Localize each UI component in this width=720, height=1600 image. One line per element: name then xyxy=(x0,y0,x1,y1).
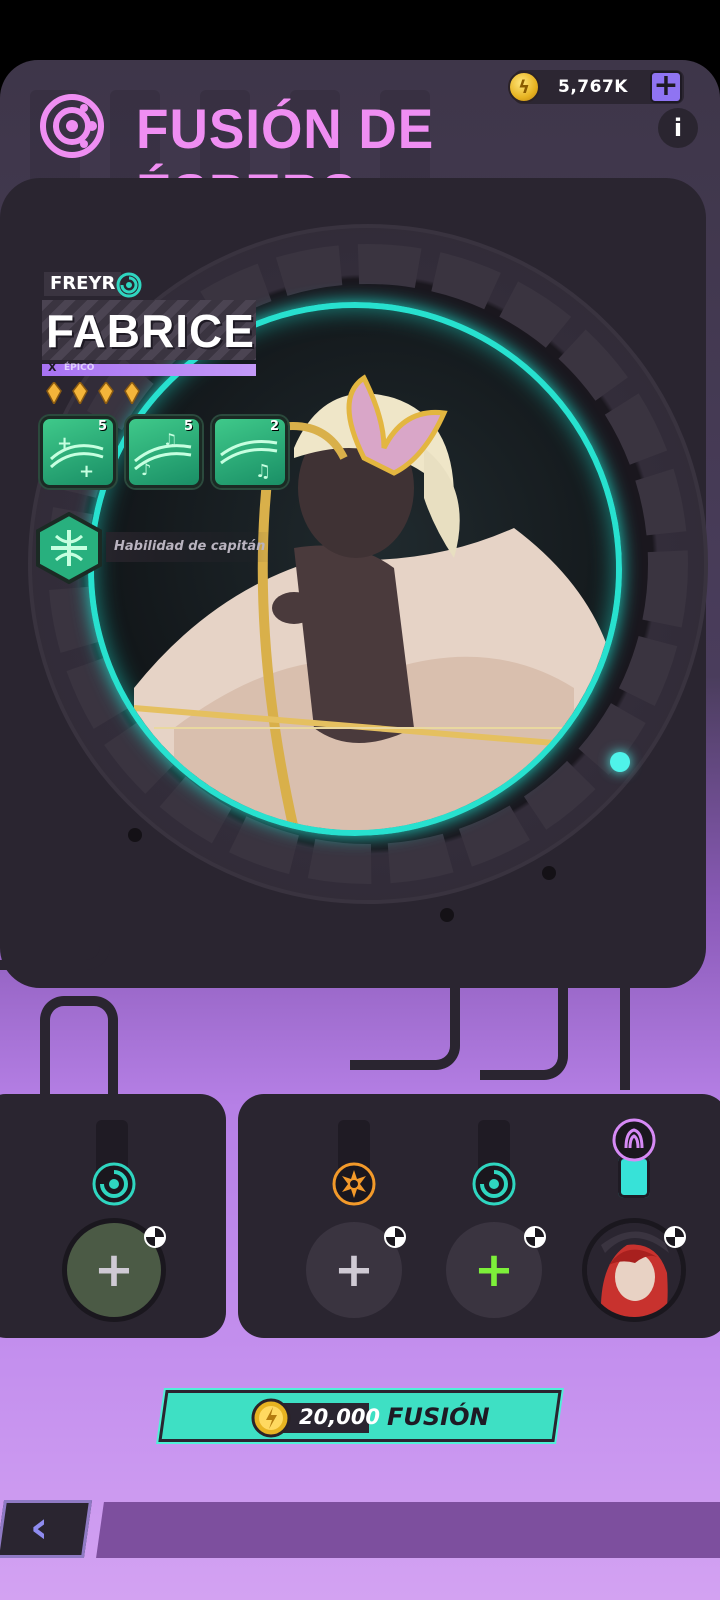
fusion-button[interactable]: 20,000 FUSIÓN xyxy=(158,1390,562,1442)
skill-level: 2 xyxy=(269,419,279,434)
fusion-label: FUSIÓN xyxy=(387,1403,490,1431)
skill-slot-3[interactable]: ♫ 2 xyxy=(212,416,288,488)
svg-text:♫: ♫ xyxy=(163,430,177,449)
captain-skill-icon[interactable] xyxy=(34,512,104,584)
rarity-mark: X xyxy=(48,361,57,374)
info-button[interactable]: i xyxy=(658,108,698,148)
decor-wire xyxy=(620,870,630,1090)
add-slot-icon: + xyxy=(473,1242,515,1298)
ring-bolt xyxy=(128,828,142,842)
decor-wire xyxy=(40,996,118,1096)
slot-filter-icon[interactable] xyxy=(144,1226,166,1248)
wind-element-icon xyxy=(116,272,142,298)
fusion-cost: 20,000 xyxy=(299,1405,381,1429)
ring-bolt xyxy=(542,866,556,880)
star-icon xyxy=(98,382,114,404)
captain-skill-label: Habilidad de capitán xyxy=(106,532,276,562)
skill-level: 5 xyxy=(183,419,193,434)
svg-text:♪: ♪ xyxy=(141,460,151,479)
ring-bolt xyxy=(440,908,454,922)
fusion-icon xyxy=(40,94,104,158)
back-arrow-icon: ‹ xyxy=(30,1502,49,1553)
gold-coin-icon xyxy=(251,1398,291,1438)
add-slot-icon: + xyxy=(333,1242,375,1298)
esper-portrait xyxy=(88,302,622,836)
svg-text:♫: ♫ xyxy=(255,461,271,482)
character-subtitle: FREYR xyxy=(44,272,122,296)
decor-wire xyxy=(480,930,568,1080)
slot-filter-icon[interactable] xyxy=(524,1226,546,1248)
skill-slot-1[interactable]: + + 5 xyxy=(40,416,116,488)
star-icon xyxy=(124,382,140,404)
character-name: FABRICE xyxy=(46,305,255,357)
decor-wire xyxy=(350,960,460,1070)
ring-light xyxy=(610,752,630,772)
header: FUSIÓN DE ÉSPERS i xyxy=(38,92,698,225)
svg-text:+: + xyxy=(57,433,72,454)
sun-icon xyxy=(332,1162,376,1206)
esper-artwork xyxy=(133,374,615,830)
skill-level: 5 xyxy=(97,419,107,434)
star-rating xyxy=(46,382,140,404)
svg-text:+: + xyxy=(79,461,94,482)
rarity-label: ÉPICO xyxy=(64,363,95,373)
star-icon xyxy=(72,382,88,404)
star-icon xyxy=(46,382,62,404)
wind-icon xyxy=(472,1162,516,1206)
slot-connector-active xyxy=(618,1156,650,1198)
wind-icon xyxy=(92,1162,136,1206)
slot-filter-icon[interactable] xyxy=(664,1226,686,1248)
slot-filter-icon[interactable] xyxy=(384,1226,406,1248)
skill-slot-2[interactable]: ♪ ♫ 5 xyxy=(126,416,202,488)
bottom-bar xyxy=(96,1502,720,1558)
water-icon xyxy=(612,1118,656,1162)
add-slot-icon: + xyxy=(93,1242,135,1298)
